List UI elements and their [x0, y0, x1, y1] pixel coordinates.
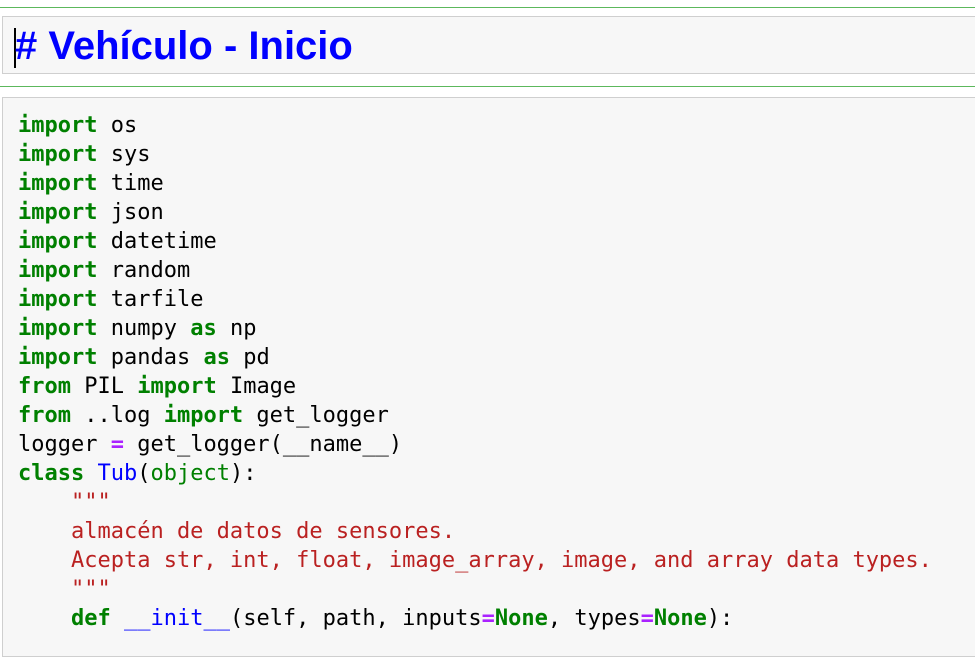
code-token: (: [137, 461, 151, 486]
code-token: ):: [229, 461, 257, 486]
code-line: from ..log import get_logger: [18, 401, 932, 430]
code-token: import: [18, 229, 98, 254]
code-line: import sys: [18, 140, 932, 169]
code-line: almacén de datos de sensores.: [18, 517, 932, 546]
code-token: time: [97, 171, 164, 196]
code-token: get_logger(__name__): [123, 432, 403, 457]
code-token: import: [18, 113, 98, 138]
code-token: import: [18, 287, 98, 312]
code-token: None: [494, 606, 548, 631]
code-editor[interactable]: import os import sys import time import jso…: [18, 111, 932, 633]
code-line: logger = get_logger(__name__): [18, 430, 932, 459]
code-token: __init__: [123, 606, 230, 631]
code-token: tarfile: [97, 287, 204, 312]
code-line: import tarfile: [18, 285, 932, 314]
code-token: np: [216, 316, 257, 341]
code-token: random: [97, 258, 191, 283]
code-token: logger: [18, 432, 111, 457]
code-token: Acepta str, int, float, image_array, ima…: [18, 548, 932, 573]
code-line: from PIL import Image: [18, 372, 932, 401]
code-token: os: [97, 113, 138, 138]
code-token: import: [18, 171, 98, 196]
code-token: class: [18, 461, 85, 486]
code-token: PIL: [70, 374, 138, 399]
code-line: import json: [18, 198, 932, 227]
code-token: =: [640, 606, 654, 631]
code-line: import time: [18, 169, 932, 198]
code-token: as: [190, 316, 217, 341]
code-token: import: [18, 142, 98, 167]
code-token: pandas: [97, 345, 204, 370]
code-line: class Tub(object):: [18, 459, 932, 488]
code-token: datetime: [97, 229, 217, 254]
code-token: import: [18, 200, 98, 225]
code-line: def __init__(self, path, inputs=None, ty…: [18, 604, 932, 633]
code-token: import: [163, 403, 244, 428]
code-token: None: [653, 606, 707, 631]
code-token: object: [150, 461, 230, 486]
code-token: sys: [97, 142, 151, 167]
code-token: from: [18, 374, 71, 399]
code-line: import datetime: [18, 227, 932, 256]
code-token: def: [70, 606, 111, 631]
code-line: """: [18, 575, 932, 604]
code-line: Acepta str, int, float, image_array, ima…: [18, 546, 932, 575]
code-token: get_logger: [243, 403, 389, 428]
code-token: almacén de datos de sensores.: [18, 519, 456, 544]
code-token: as: [203, 345, 230, 370]
code-line: import os: [18, 111, 932, 140]
code-token: json: [97, 200, 164, 225]
code-token: Tub: [97, 461, 138, 486]
markdown-cell[interactable]: # Vehículo - Inicio: [2, 16, 975, 74]
cell-separator-top: [0, 7, 975, 8]
code-token: ..log: [70, 403, 164, 428]
code-token: (self, path, inputs: [229, 606, 482, 631]
code-token: pd: [229, 345, 270, 370]
markdown-heading: # Vehículo - Inicio: [15, 24, 353, 68]
code-token: =: [110, 432, 124, 457]
code-cell[interactable]: import os import sys import time import jso…: [2, 97, 975, 657]
code-token: Image: [216, 374, 297, 399]
cell-separator-middle: [0, 86, 975, 87]
code-line: import numpy as np: [18, 314, 932, 343]
code-line: """: [18, 488, 932, 517]
code-token: , types: [547, 606, 641, 631]
code-line: import pandas as pd: [18, 343, 932, 372]
code-token: from: [18, 403, 71, 428]
code-token: import: [18, 316, 98, 341]
code-token: """: [18, 490, 111, 515]
code-token: numpy: [97, 316, 191, 341]
code-line: import random: [18, 256, 932, 285]
code-token: ):: [706, 606, 734, 631]
code-token: import: [18, 345, 98, 370]
code-token: """: [18, 577, 111, 602]
code-token: import: [18, 258, 98, 283]
code-token: import: [137, 374, 217, 399]
code-token: =: [481, 606, 495, 631]
